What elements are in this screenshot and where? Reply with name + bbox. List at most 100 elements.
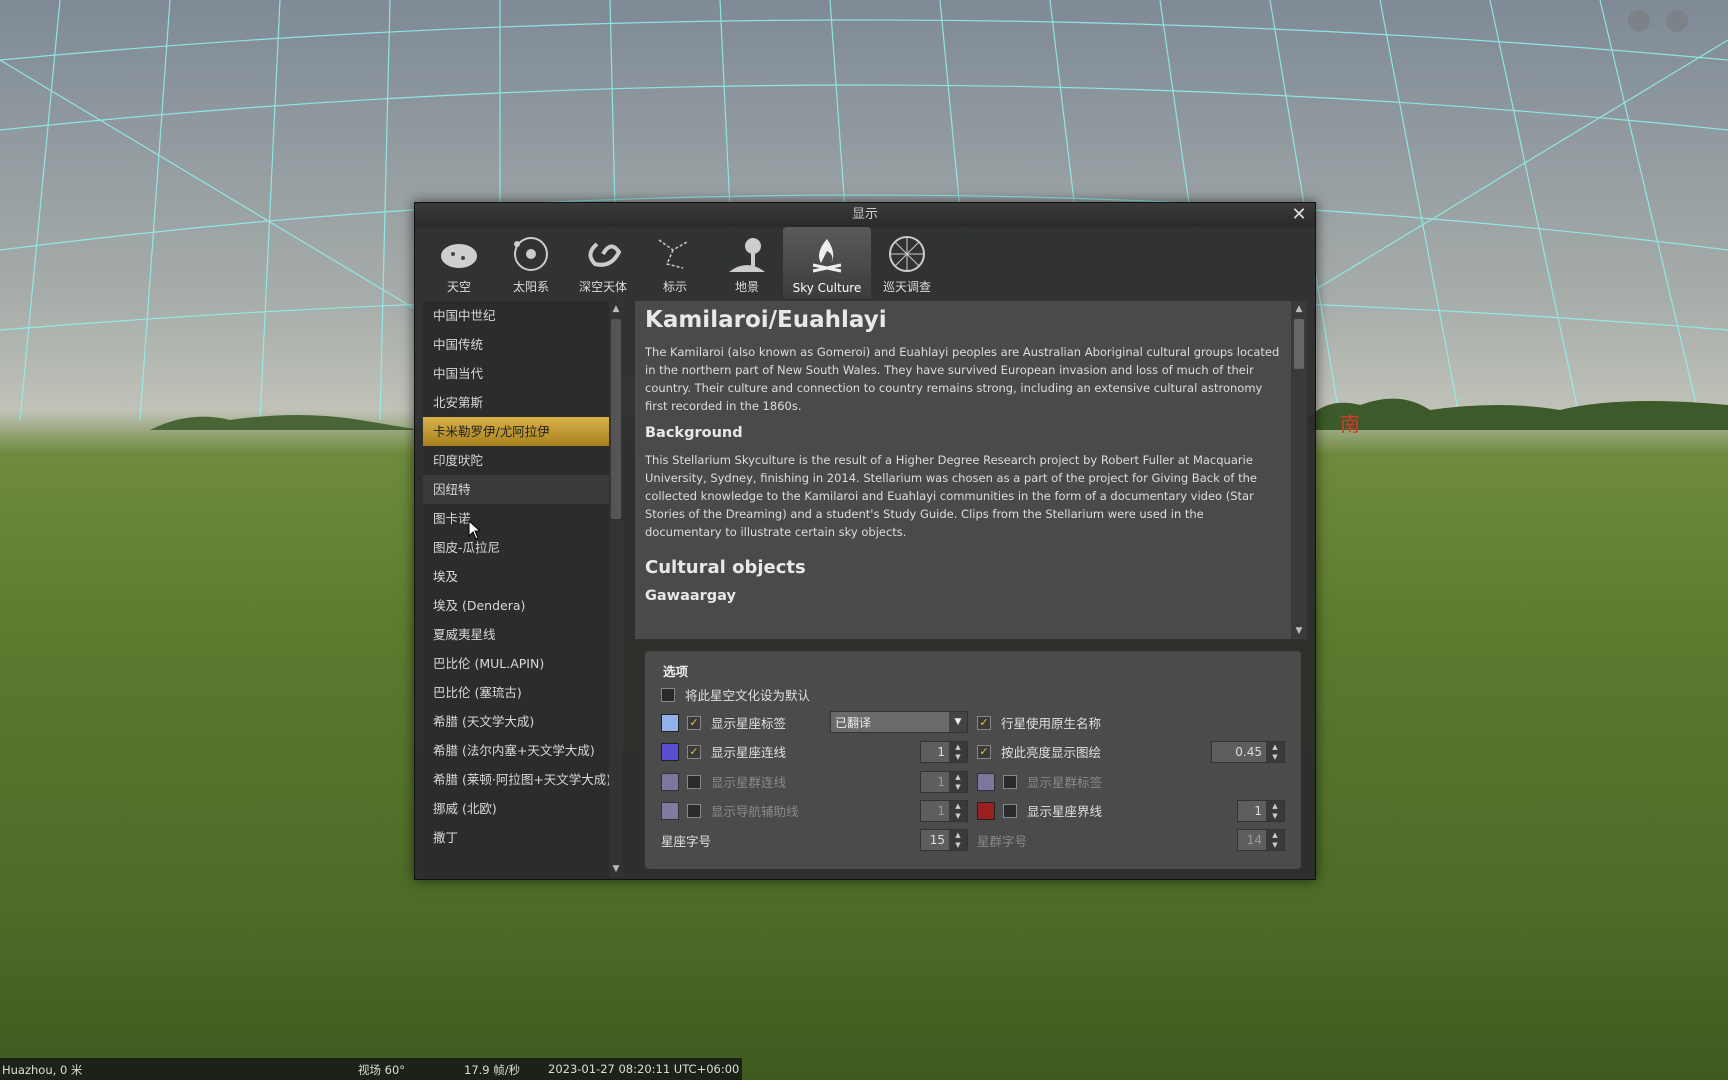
options-panel: 选项 将此星空文化设为默认 ✓ 显示星座标签 已翻译 ▼ ✓ 行星使用原生名称 … (645, 651, 1301, 869)
labels-color-swatch[interactable] (661, 713, 679, 732)
culture-item[interactable]: 希腊 (天文学大成) (423, 707, 609, 736)
asterism-font-label: 星群字号 (977, 834, 1028, 849)
mouse-cursor-icon (468, 520, 482, 540)
tab-landscape[interactable]: 地景 (711, 227, 783, 299)
culture-item[interactable]: 卡米勒罗伊/尤阿拉伊 (423, 417, 609, 446)
tab-solar-system[interactable]: 太阳系 (495, 227, 567, 299)
asterism-labels-row: 显示星群标签 (977, 772, 1102, 791)
stepper-arrows-icon[interactable]: ▲ ▼ (1266, 830, 1284, 850)
background-heading: Background (645, 425, 743, 441)
culture-item[interactable]: 中国当代 (423, 359, 609, 388)
constellation-font-stepper[interactable]: 15 ▲ ▼ (920, 829, 968, 851)
datetime-label[interactable]: 2023-01-27 08:20:11 UTC+06:00 (548, 1062, 739, 1076)
culture-item[interactable]: 图皮-瓜拉尼 (423, 533, 609, 562)
scroll-down-icon[interactable]: ▼ (611, 863, 621, 875)
deep-sky-icon (588, 242, 622, 267)
stepper-arrows-icon[interactable]: ▲ ▼ (949, 772, 967, 792)
stepper-arrows-icon[interactable]: ▲ ▼ (1266, 742, 1284, 762)
gawaargay-heading: Gawaargay (645, 588, 736, 604)
culture-item[interactable]: 因纽特 (423, 475, 609, 504)
labels-mode-select[interactable]: 已翻译 ▼ (830, 711, 968, 733)
ray-helpers-stepper[interactable]: 1 ▲ ▼ (920, 800, 968, 822)
markings-icon (658, 239, 688, 269)
dialog-title: 显示 (415, 203, 1315, 227)
tab-markings[interactable]: 标示 (639, 227, 711, 299)
boundaries-value: 1 (1254, 804, 1262, 818)
stepper-arrows-icon[interactable]: ▲ ▼ (949, 742, 967, 762)
constellation-font-row: 星座字号 (661, 831, 711, 850)
culture-item[interactable]: 中国传统 (423, 330, 609, 359)
landscape-icon (729, 238, 765, 272)
close-icon[interactable]: ✕ (1289, 205, 1309, 225)
list-scrollbar[interactable]: ▲ ▼ (609, 301, 623, 877)
tab-deep-sky[interactable]: 深空天体 (567, 227, 639, 299)
culture-item[interactable]: 夏威夷星线 (423, 620, 609, 649)
sky-culture-description: Kamilaroi/Euahlayi The Kamilaroi (also k… (635, 301, 1291, 639)
culture-item[interactable]: 挪威 (北欧) (423, 794, 609, 823)
culture-item[interactable]: 中国中世纪 (423, 301, 609, 330)
culture-item[interactable]: 希腊 (莱顿·阿拉图+天文学大成) (423, 765, 609, 794)
asterism-lines-checkbox[interactable] (687, 774, 701, 789)
native-names-checkbox[interactable]: ✓ (977, 715, 991, 730)
asterism-lines-row: 显示星群连线 (661, 772, 786, 791)
scroll-down-icon[interactable]: ▼ (1294, 625, 1304, 637)
asterism-labels-color-swatch[interactable] (977, 772, 995, 791)
culture-item[interactable]: 埃及 (423, 562, 609, 591)
lines-width-stepper[interactable]: 1 ▲ ▼ (920, 741, 968, 763)
description-scrollbar[interactable]: ▲ ▼ (1291, 301, 1307, 639)
culture-item[interactable]: 撒丁 (423, 823, 609, 852)
tab-sky-culture[interactable]: Sky Culture (783, 227, 871, 299)
scroll-up-icon[interactable]: ▲ (611, 303, 621, 315)
culture-item[interactable]: 北安第斯 (423, 388, 609, 417)
cultural-objects-heading: Cultural objects (645, 557, 806, 578)
scroll-thumb[interactable] (611, 319, 621, 519)
tab-label: 地景 (734, 280, 759, 294)
asterism-labels-checkbox[interactable] (1003, 774, 1017, 789)
solar-system-icon (514, 237, 548, 271)
location-label[interactable]: Huazhou, 0 米 (2, 1062, 82, 1078)
asterism-lines-stepper[interactable]: 1 ▲ ▼ (920, 771, 968, 793)
sky-icon (441, 244, 477, 268)
fullscreen-icon[interactable] (1628, 10, 1650, 32)
boundaries-stepper[interactable]: 1 ▲ ▼ (1237, 800, 1285, 822)
lines-color-swatch[interactable] (661, 742, 679, 761)
art-brightness-stepper[interactable]: 0.45 ▲ ▼ (1211, 741, 1285, 763)
native-names-row: ✓ 行星使用原生名称 (977, 713, 1101, 732)
boundaries-row: 显示星座界线 (977, 801, 1102, 820)
lines-checkbox[interactable]: ✓ (687, 744, 701, 759)
ray-helpers-row: 显示导航辅助线 (661, 801, 799, 820)
ray-helpers-checkbox[interactable] (687, 803, 701, 818)
labels-checkbox[interactable]: ✓ (687, 715, 701, 730)
culture-item[interactable]: 巴比伦 (塞琉古) (423, 678, 609, 707)
night-mode-icon[interactable] (1666, 10, 1688, 32)
asterism-lines-color-swatch[interactable] (661, 772, 679, 791)
culture-item[interactable]: 图卡诺 (423, 504, 609, 533)
scroll-up-icon[interactable]: ▲ (1294, 303, 1304, 315)
art-checkbox[interactable]: ✓ (977, 744, 991, 759)
culture-title: Kamilaroi/Euahlayi (645, 307, 887, 333)
tab-label: Sky Culture (792, 281, 862, 295)
campfire-icon (812, 239, 842, 273)
culture-item[interactable]: 印度吠陀 (423, 446, 609, 475)
constellation-lines-row: ✓ 显示星座连线 (661, 742, 786, 761)
sky-culture-list[interactable]: 中国中世纪 中国传统 中国当代 北安第斯 卡米勒罗伊/尤阿拉伊 印度吠陀 因纽特 图卡诺 图皮-… (423, 301, 609, 877)
default-culture-checkbox[interactable] (661, 687, 675, 702)
status-bar: Huazhou, 0 米 视场 60° 17.9 帧/秒 2023-01-27 … (0, 1058, 742, 1080)
tab-survey[interactable]: 巡天调查 (871, 227, 943, 299)
culture-item[interactable]: 埃及 (Dendera) (423, 591, 609, 620)
stepper-arrows-icon[interactable]: ▲ ▼ (1266, 801, 1284, 821)
fov-label: 视场 60° (358, 1063, 406, 1077)
boundaries-color-swatch[interactable] (977, 801, 995, 820)
stepper-arrows-icon[interactable]: ▲ ▼ (949, 801, 967, 821)
asterism-font-stepper[interactable]: 14 ▲ ▼ (1237, 829, 1285, 851)
tab-label: 天空 (446, 280, 471, 294)
stepper-arrows-icon[interactable]: ▲ ▼ (949, 830, 967, 850)
tab-sky[interactable]: 天空 (423, 227, 495, 299)
culture-item[interactable]: 希腊 (法尔内塞+天文学大成) (423, 736, 609, 765)
boundaries-checkbox[interactable] (1003, 803, 1017, 818)
culture-item[interactable]: 巴比伦 (MUL.APIN) (423, 649, 609, 678)
ray-helpers-color-swatch[interactable] (661, 801, 679, 820)
default-culture-label: 将此星空文化设为默认 (685, 688, 811, 703)
lines-width-value: 1 (937, 745, 945, 759)
scroll-thumb[interactable] (1294, 319, 1304, 369)
